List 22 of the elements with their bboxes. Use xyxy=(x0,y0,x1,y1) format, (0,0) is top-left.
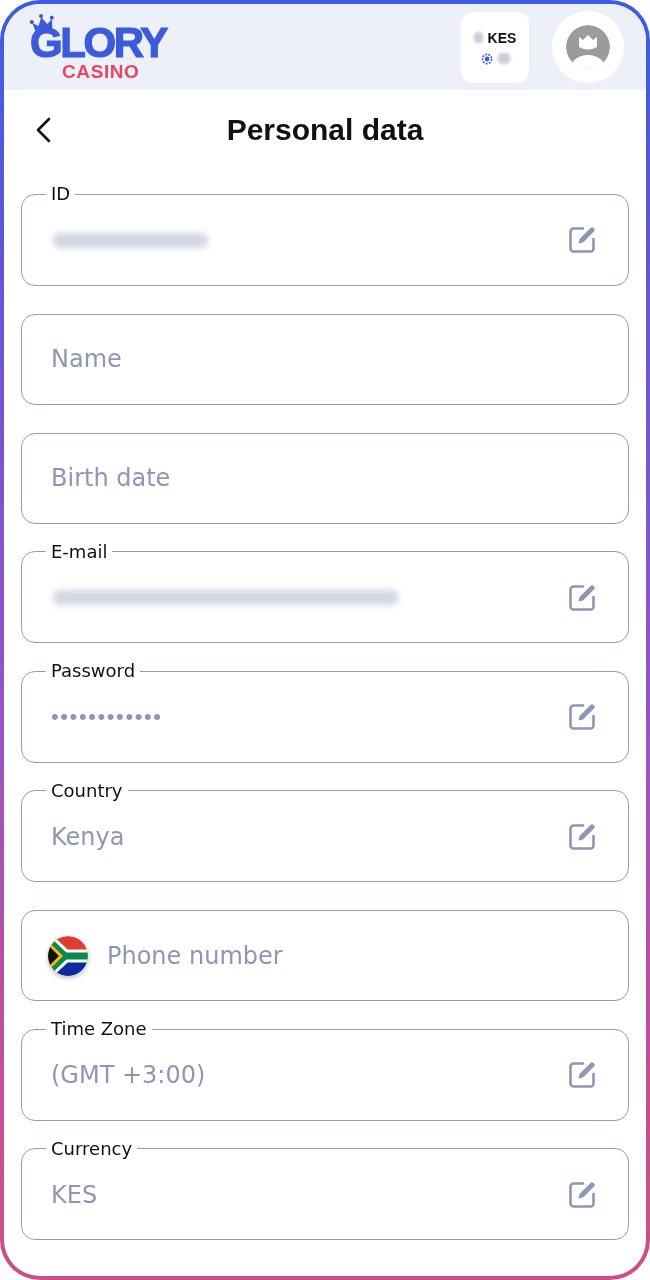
balance-button[interactable]: KES xyxy=(461,11,529,83)
logo-subtitle: CASINO xyxy=(62,63,140,80)
field-label: Country xyxy=(50,779,124,802)
field-label: Currency xyxy=(50,1137,134,1160)
text-field[interactable]: Time Zone (GMT +3:00) xyxy=(21,1018,629,1121)
chip-icon xyxy=(480,52,493,65)
logo-wordmark[interactable]: GLORY xyxy=(30,26,166,60)
password-field[interactable]: Password •••••••••••• xyxy=(21,660,629,763)
edit-icon[interactable] xyxy=(567,821,597,852)
edit-icon[interactable] xyxy=(567,1179,597,1210)
edit-icon[interactable] xyxy=(567,582,597,613)
edit-icon[interactable] xyxy=(567,1060,597,1090)
back-icon[interactable] xyxy=(35,117,51,143)
page-title: Personal data xyxy=(226,112,424,148)
edit-icon[interactable] xyxy=(567,225,597,255)
field-label: E-mail xyxy=(50,540,109,563)
avatar-icon xyxy=(566,25,610,69)
field-label: ID xyxy=(50,183,72,205)
field-label: Password xyxy=(50,660,137,682)
edit-icon[interactable] xyxy=(567,702,597,732)
flag-icon xyxy=(48,935,88,976)
field-label: Time Zone xyxy=(50,1018,148,1040)
